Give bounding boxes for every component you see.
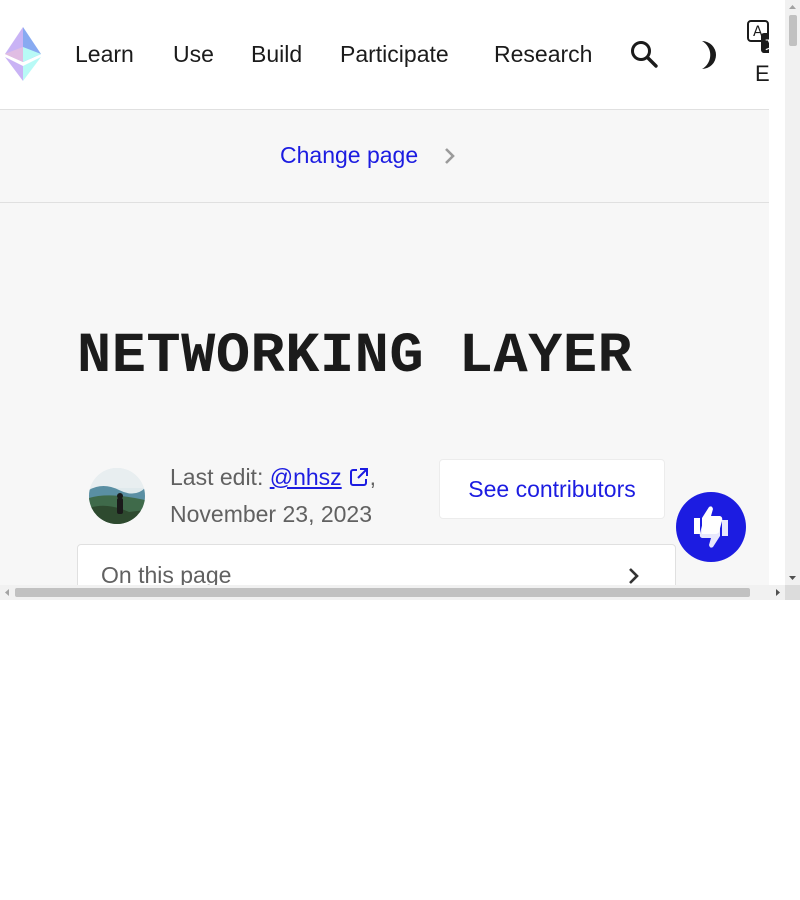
on-this-page-toggle[interactable]: On this page: [77, 544, 676, 585]
last-edit-info: Last edit: @nhsz , November 23, 2023: [170, 464, 377, 527]
moon-icon[interactable]: [692, 40, 718, 70]
change-page-button[interactable]: Change page: [280, 141, 418, 169]
svg-text:文: 文: [765, 37, 769, 53]
toc-label: On this page: [101, 562, 232, 585]
translate-icon: A 文: [747, 20, 769, 53]
scroll-right-arrow-icon[interactable]: [770, 585, 785, 600]
vertical-scrollbar[interactable]: [785, 0, 800, 585]
horizontal-scrollbar[interactable]: [0, 585, 785, 600]
nav-participate[interactable]: Participate: [340, 40, 449, 68]
author-link[interactable]: @nhsz: [270, 464, 342, 490]
ethereum-logo[interactable]: [5, 27, 41, 81]
chevron-right-icon: [629, 568, 639, 584]
search-icon[interactable]: [629, 39, 659, 69]
scroll-left-arrow-icon[interactable]: [0, 585, 15, 600]
chevron-right-icon: [445, 148, 455, 164]
scroll-down-arrow-icon[interactable]: [785, 570, 800, 585]
last-edit-label: Last edit:: [170, 464, 264, 490]
see-contributors-button[interactable]: See contributors: [439, 459, 665, 519]
nav-use[interactable]: Use: [173, 40, 214, 68]
scrollbar-corner: [785, 585, 800, 600]
avatar[interactable]: [89, 468, 145, 524]
nav-learn[interactable]: Learn: [75, 40, 134, 68]
last-edit-date: November 23, 2023: [170, 501, 373, 527]
vertical-scroll-thumb[interactable]: [789, 15, 797, 46]
feedback-button[interactable]: [676, 492, 746, 562]
page-title: NETWORKING LAYER: [77, 325, 633, 389]
browser-viewport: Learn Use Build Participate Research A 文…: [0, 0, 800, 600]
scroll-up-arrow-icon[interactable]: [785, 0, 800, 15]
horizontal-scroll-thumb[interactable]: [15, 588, 750, 597]
nav-research[interactable]: Research: [494, 40, 592, 68]
site-header: Learn Use Build Participate Research A 文…: [0, 0, 769, 110]
language-label: EN: [755, 61, 769, 86]
change-page-bar: Change page: [0, 110, 769, 203]
page: Learn Use Build Participate Research A 文…: [0, 0, 769, 585]
nav-build[interactable]: Build: [251, 40, 302, 68]
external-link-icon: [349, 468, 368, 486]
language-button[interactable]: A 文 EN: [745, 20, 769, 90]
thumbs-up-down-icon: [694, 506, 728, 548]
